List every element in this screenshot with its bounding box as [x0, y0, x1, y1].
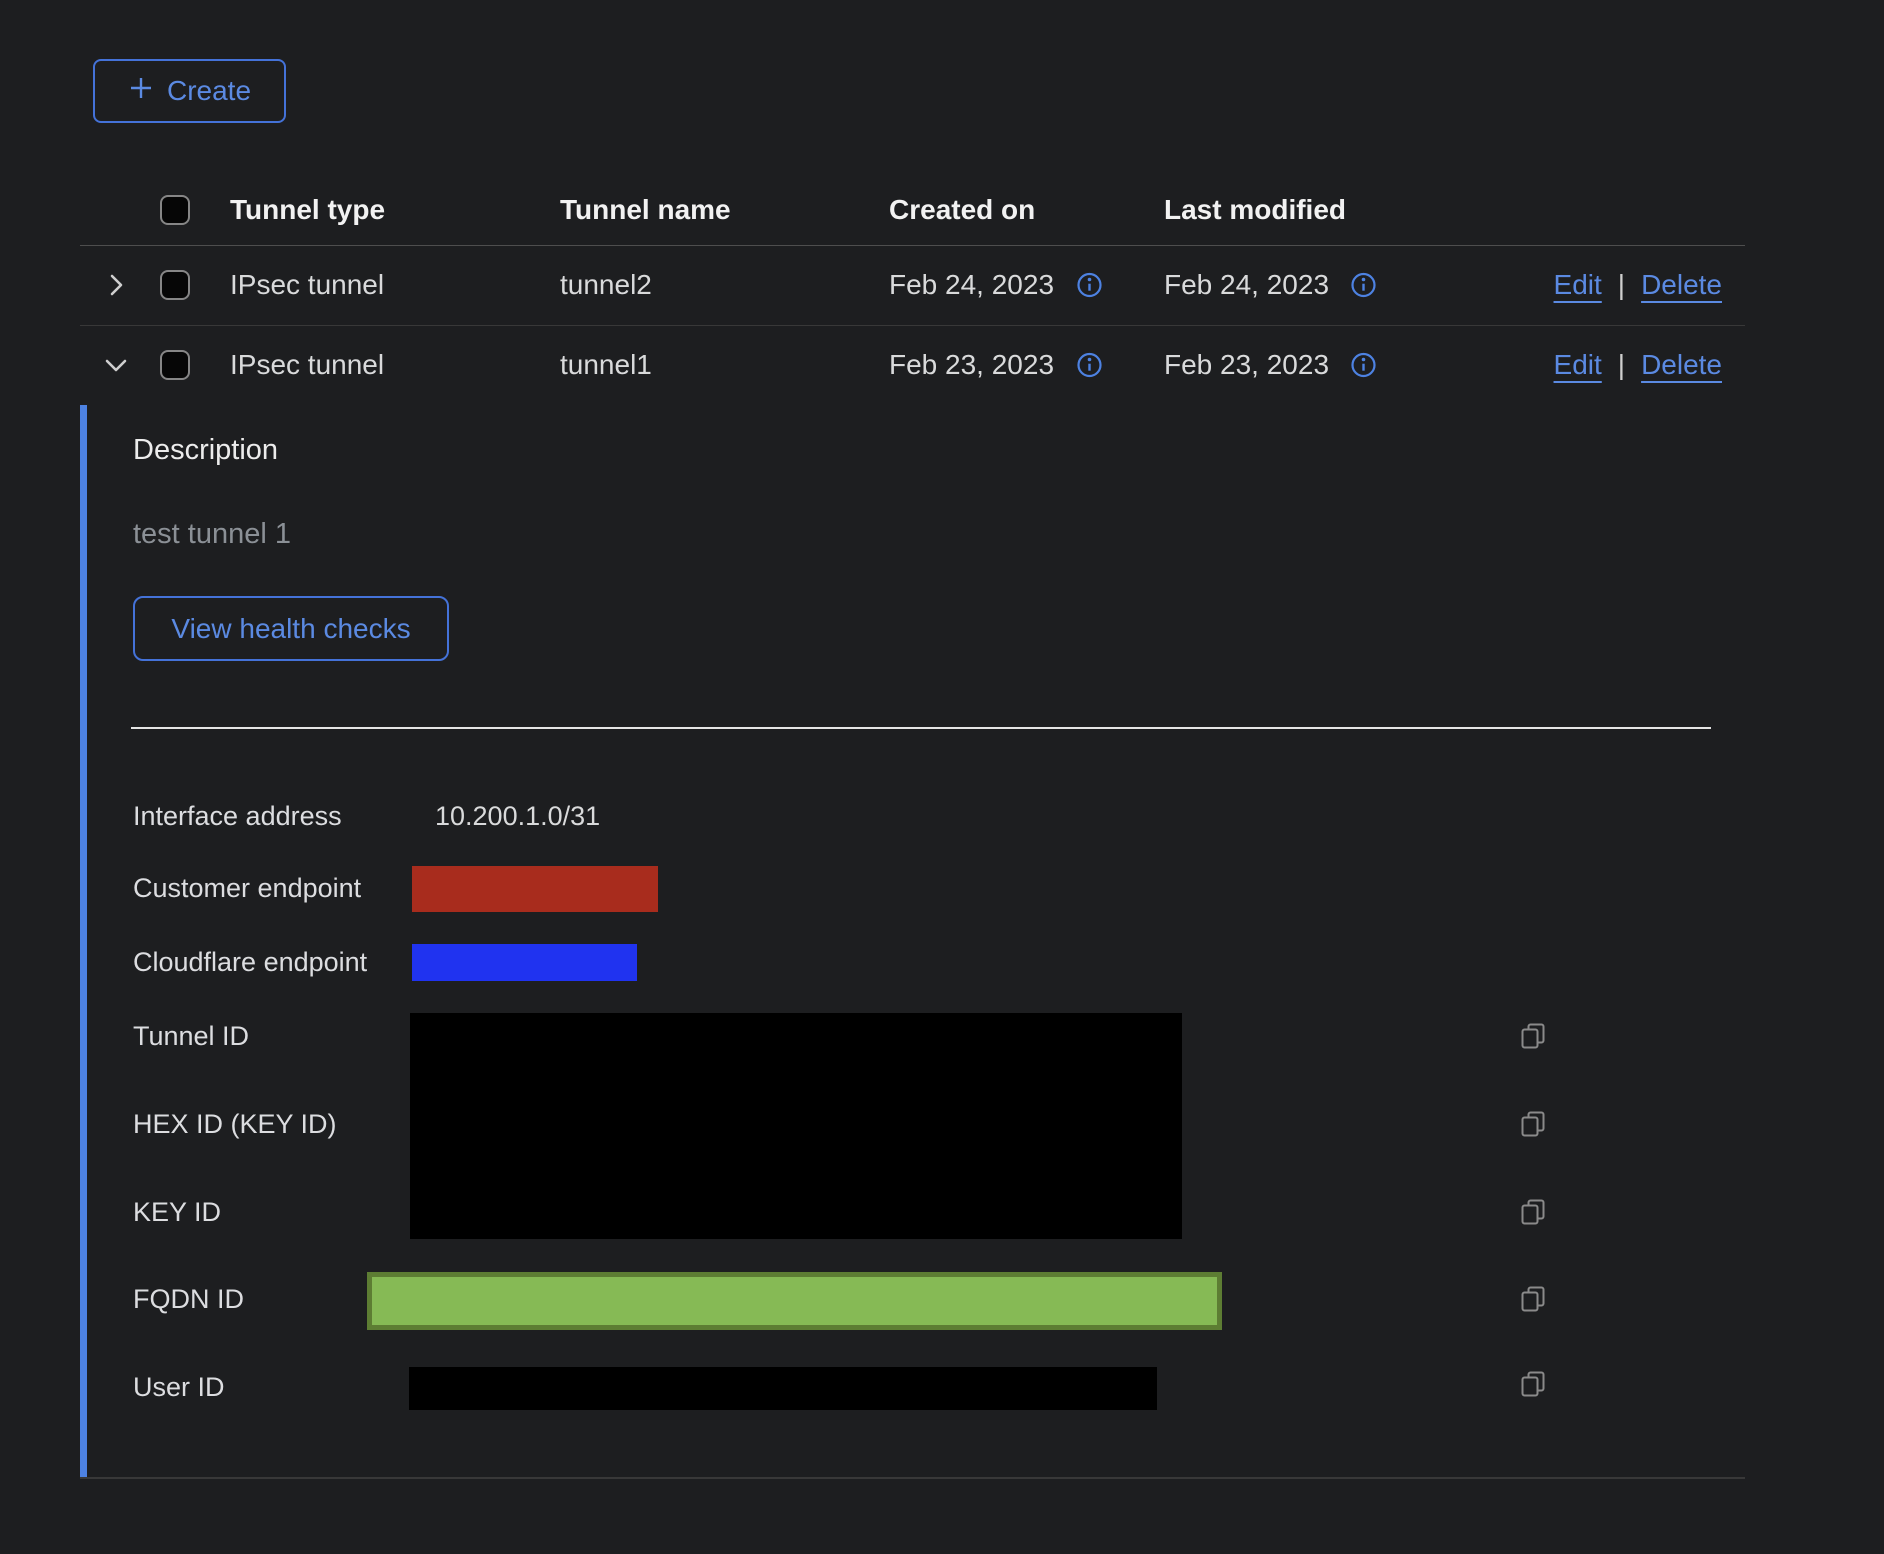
created-on-cell: Feb 24, 2023 [889, 269, 1054, 301]
row-checkbox[interactable] [160, 270, 190, 300]
create-button[interactable]: Create [93, 59, 286, 123]
info-icon [1076, 287, 1103, 302]
chevron-right-icon [102, 287, 130, 302]
header-created-on: Created on [889, 194, 1035, 226]
customer-endpoint-label: Customer endpoint [133, 873, 361, 904]
select-all-checkbox[interactable] [160, 195, 190, 225]
hex-id-label: HEX ID (KEY ID) [133, 1109, 337, 1140]
collapse-row-button[interactable] [102, 351, 130, 379]
tunnel-id-label: Tunnel ID [133, 1021, 249, 1052]
table-row: IPsec tunnel tunnel1 Feb 23, 2023 Feb 23… [80, 325, 1745, 405]
copy-key-id-button[interactable] [1519, 1198, 1547, 1226]
fqdn-id-label: FQDN ID [133, 1284, 244, 1315]
header-last-modified: Last modified [1164, 194, 1346, 226]
table-row: IPsec tunnel tunnel2 Feb 24, 2023 Feb 24… [80, 245, 1745, 326]
last-modified-cell: Feb 24, 2023 [1164, 269, 1329, 301]
cloudflare-endpoint-label: Cloudflare endpoint [133, 947, 367, 978]
interface-address-value: 10.200.1.0/31 [435, 801, 600, 832]
panel-divider [131, 727, 1711, 729]
description-value: test tunnel 1 [133, 518, 291, 551]
cloudflare-endpoint-value-redacted [412, 944, 637, 981]
tunnel-name-cell: tunnel1 [560, 349, 652, 381]
copy-icon [1519, 1386, 1547, 1401]
table-header-row: Tunnel type Tunnel name Created on Last … [80, 175, 1745, 246]
interface-address-label: Interface address [133, 801, 342, 832]
customer-endpoint-value-redacted [412, 866, 658, 912]
copy-icon [1519, 1214, 1547, 1229]
created-on-info-button[interactable] [1076, 272, 1103, 299]
tunnel-type-cell: IPsec tunnel [230, 269, 384, 301]
last-modified-cell: Feb 23, 2023 [1164, 349, 1329, 381]
key-id-label: KEY ID [133, 1197, 221, 1228]
header-tunnel-name: Tunnel name [560, 194, 731, 226]
row-actions: Edit | Delete [1554, 349, 1722, 381]
tunnel-type-cell: IPsec tunnel [230, 349, 384, 381]
user-id-label: User ID [133, 1372, 225, 1403]
created-on-cell: Feb 23, 2023 [889, 349, 1054, 381]
copy-icon [1519, 1038, 1547, 1053]
info-icon [1350, 287, 1377, 302]
tunnel-name-cell: tunnel2 [560, 269, 652, 301]
info-icon [1350, 367, 1377, 382]
info-icon [1076, 367, 1103, 382]
copy-user-id-button[interactable] [1519, 1370, 1547, 1398]
last-modified-info-button[interactable] [1350, 272, 1377, 299]
edit-link[interactable]: Edit [1554, 269, 1602, 301]
create-button-label: Create [167, 75, 251, 107]
ids-values-redacted [410, 1013, 1182, 1239]
edit-link[interactable]: Edit [1554, 349, 1602, 381]
fqdn-id-value-redacted [367, 1272, 1222, 1330]
delete-link[interactable]: Delete [1641, 349, 1722, 381]
copy-tunnel-id-button[interactable] [1519, 1022, 1547, 1050]
created-on-info-button[interactable] [1076, 352, 1103, 379]
copy-icon [1519, 1301, 1547, 1316]
panel-bottom-divider [80, 1477, 1745, 1479]
delete-link[interactable]: Delete [1641, 269, 1722, 301]
user-id-value-redacted [409, 1367, 1157, 1410]
actions-separator: | [1618, 349, 1625, 381]
plus-icon [128, 75, 154, 108]
actions-separator: | [1618, 269, 1625, 301]
copy-fqdn-id-button[interactable] [1519, 1285, 1547, 1313]
header-tunnel-type: Tunnel type [230, 194, 385, 226]
copy-hex-id-button[interactable] [1519, 1110, 1547, 1138]
description-label: Description [133, 434, 278, 467]
view-health-checks-button[interactable]: View health checks [133, 596, 449, 661]
row-actions: Edit | Delete [1554, 269, 1722, 301]
ipsec-tunnels-page: Create Tunnel type Tunnel name Created o… [0, 0, 1884, 1554]
last-modified-info-button[interactable] [1350, 352, 1377, 379]
expanded-panel-accent-bar [80, 405, 87, 1478]
expand-row-button[interactable] [102, 271, 130, 299]
copy-icon [1519, 1126, 1547, 1141]
row-checkbox[interactable] [160, 350, 190, 380]
chevron-down-icon [102, 367, 130, 382]
